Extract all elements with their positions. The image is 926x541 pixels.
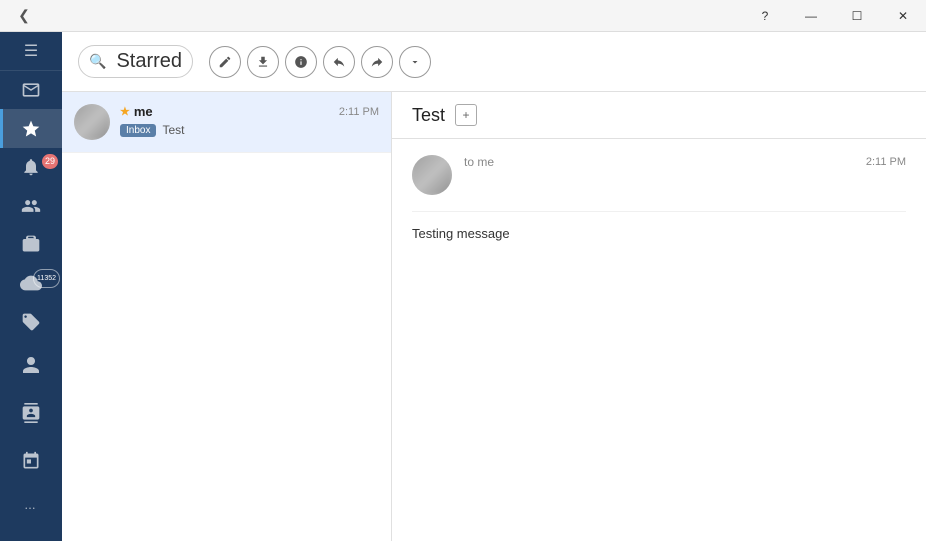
email-top-row: ★ me 2:11 PM bbox=[120, 104, 379, 119]
sidebar-item-work[interactable] bbox=[0, 225, 62, 264]
sidebar-menu[interactable]: ☰ bbox=[0, 32, 62, 71]
sidebar-item-tags[interactable] bbox=[0, 302, 62, 341]
sidebar-item-starred[interactable] bbox=[0, 109, 62, 148]
info-icon bbox=[294, 55, 308, 69]
tag-icon bbox=[21, 312, 41, 332]
sidebar-item-cloud[interactable]: 11352 bbox=[0, 264, 62, 303]
message-body: Testing message bbox=[412, 224, 906, 245]
person-icon bbox=[21, 355, 41, 375]
add-tab-button[interactable]: + bbox=[455, 104, 477, 126]
email-subject-row: Inbox Test bbox=[120, 123, 379, 137]
avatar bbox=[74, 104, 110, 140]
sidebar-item-more[interactable]: ••• bbox=[0, 485, 62, 533]
maximize-button[interactable]: ☐ bbox=[834, 0, 880, 32]
email-time: 2:11 PM bbox=[339, 106, 379, 118]
briefcase-icon bbox=[21, 234, 41, 254]
download-button[interactable] bbox=[247, 46, 279, 78]
message-time: 2:11 PM bbox=[866, 156, 906, 168]
sidebar-item-contacts[interactable] bbox=[0, 187, 62, 226]
forward-button[interactable] bbox=[361, 46, 393, 78]
sidebar-item-inbox[interactable] bbox=[0, 71, 62, 110]
compose-icon bbox=[218, 55, 232, 69]
notifications-badge: 29 bbox=[42, 154, 58, 169]
sidebar-item-calendar[interactable] bbox=[0, 437, 62, 485]
search-box[interactable]: 🔍 Starred bbox=[78, 45, 193, 78]
inbox-label: Inbox bbox=[120, 124, 156, 137]
sender-avatar bbox=[412, 155, 452, 195]
help-button[interactable]: ? bbox=[742, 0, 788, 32]
content-area: 🔍 Starred bbox=[62, 32, 926, 541]
email-subject: Test bbox=[162, 123, 184, 137]
email-detail: Test + to me 2:11 PM Testing message bbox=[392, 92, 926, 541]
compose-button[interactable] bbox=[209, 46, 241, 78]
address-book-icon bbox=[21, 403, 41, 423]
hamburger-icon: ☰ bbox=[24, 41, 38, 61]
two-pane: ★ me 2:11 PM Inbox Test Tes bbox=[62, 92, 926, 541]
star-icon bbox=[21, 119, 41, 139]
cloud-badge: 11352 bbox=[33, 269, 60, 288]
more-actions-button[interactable] bbox=[399, 46, 431, 78]
back-button[interactable]: ❮ bbox=[8, 0, 40, 32]
sidebar-item-notifications[interactable]: 29 bbox=[0, 148, 62, 187]
sidebar-item-address-book[interactable] bbox=[0, 389, 62, 437]
forward-icon bbox=[370, 55, 384, 69]
email-sender: ★ me bbox=[120, 104, 153, 119]
toolbar-actions bbox=[209, 46, 431, 78]
inbox-icon bbox=[21, 80, 41, 100]
sidebar-bottom: ••• bbox=[0, 341, 62, 541]
sidebar: ☰ 29 bbox=[0, 32, 62, 541]
search-icon: 🔍 bbox=[89, 53, 106, 70]
page-title: Starred bbox=[116, 50, 182, 73]
more-dots: ••• bbox=[25, 506, 36, 512]
calendar-icon bbox=[21, 451, 41, 471]
detail-body: to me 2:11 PM Testing message bbox=[392, 139, 926, 541]
minimize-button[interactable]: — bbox=[788, 0, 834, 32]
email-list: ★ me 2:11 PM Inbox Test bbox=[62, 92, 392, 541]
sidebar-item-profile[interactable] bbox=[0, 341, 62, 389]
message-info: to me 2:11 PM bbox=[464, 155, 906, 169]
download-icon bbox=[256, 55, 270, 69]
email-meta: ★ me 2:11 PM Inbox Test bbox=[120, 104, 379, 137]
detail-header: Test + bbox=[392, 92, 926, 139]
bell-icon bbox=[21, 157, 41, 177]
info-button[interactable] bbox=[285, 46, 317, 78]
email-list-item[interactable]: ★ me 2:11 PM Inbox Test bbox=[62, 92, 391, 153]
reply-icon bbox=[332, 55, 346, 69]
star-filled-icon: ★ bbox=[120, 105, 130, 118]
chevron-down-icon bbox=[409, 56, 421, 68]
message-header: to me 2:11 PM bbox=[412, 155, 906, 212]
close-button[interactable]: ✕ bbox=[880, 0, 926, 32]
reply-button[interactable] bbox=[323, 46, 355, 78]
contacts-icon bbox=[21, 196, 41, 216]
message-recipient: to me bbox=[464, 155, 494, 169]
toolbar: 🔍 Starred bbox=[62, 32, 926, 92]
title-bar: ❮ ? — ☐ ✕ bbox=[0, 0, 926, 32]
title-bar-controls: ? — ☐ ✕ bbox=[742, 0, 926, 31]
app-body: ☰ 29 bbox=[0, 32, 926, 541]
title-bar-nav: ❮ bbox=[8, 0, 40, 32]
detail-title: Test bbox=[412, 105, 445, 126]
